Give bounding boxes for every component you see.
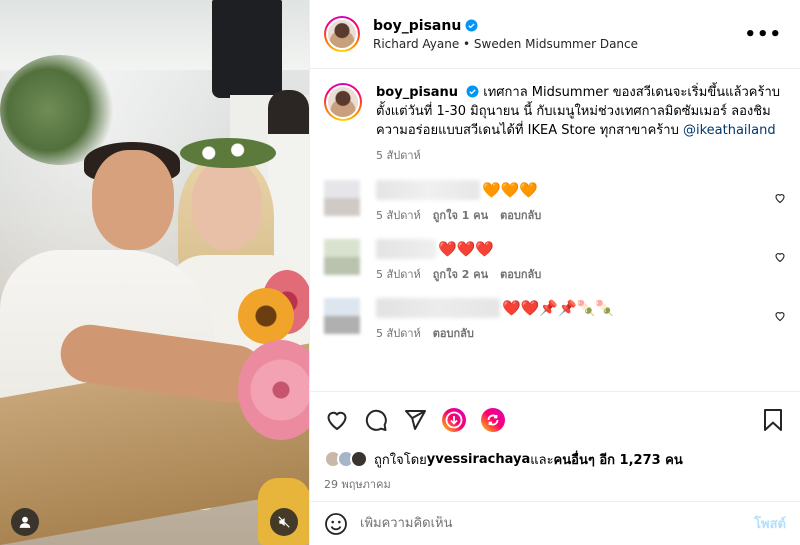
comment-time[interactable]: 5 สัปดาห์	[376, 206, 421, 224]
man-face	[92, 150, 174, 250]
audio-label[interactable]: Richard Ayane • Sweden Midsummer Dance	[373, 37, 740, 51]
commenter-avatar[interactable]	[324, 298, 360, 334]
comment-text: 🧡🧡🧡	[482, 181, 539, 199]
orange-flower	[238, 288, 294, 344]
blurred-username	[376, 239, 436, 259]
comment-text: ❤️❤️❤️	[438, 240, 495, 258]
comments-list: boy_pisanu เทศกาล Midsummer ของสวีเดนจะเ…	[310, 69, 800, 391]
instagram-post-view: boy_pisanu Richard Ayane • Sweden Midsum…	[0, 0, 800, 545]
post-date[interactable]: 29 พฤษภาคม	[310, 471, 800, 501]
post-actions-bar	[310, 391, 800, 447]
more-options-button[interactable]: •••	[740, 20, 786, 49]
commenter-avatar[interactable]	[324, 239, 360, 275]
heart-icon	[327, 411, 347, 430]
comment-item: ❤️❤️❤️ 5 สัปดาห์ ถูกใจ 2 คน ตอบกลับ	[324, 239, 786, 283]
caption-username[interactable]: boy_pisanu	[376, 85, 458, 100]
comment-item: 🧡🧡🧡 5 สัปดาห์ ถูกใจ 1 คน ตอบกลับ	[324, 180, 786, 224]
speaker-muted-icon	[278, 516, 290, 528]
post-caption: boy_pisanu เทศกาล Midsummer ของสวีเดนจะเ…	[324, 83, 786, 165]
tagged-users-button[interactable]	[11, 508, 39, 536]
likes-prefix: ถูกใจโดย	[374, 452, 427, 468]
user-icon	[19, 516, 31, 528]
add-comment-bar: โพสต์	[310, 501, 800, 545]
post-comment-button[interactable]: โพสต์	[754, 513, 786, 534]
like-comment-heart-icon[interactable]	[774, 192, 786, 204]
mention-link[interactable]: @ikeathailand	[683, 123, 776, 138]
post-side-panel: boy_pisanu Richard Ayane • Sweden Midsum…	[309, 0, 800, 545]
likes-summary: ถูกใจโดย yvessirachaya และ คนอื่นๆ อีก 1,…	[310, 447, 800, 471]
post-header: boy_pisanu Richard Ayane • Sweden Midsum…	[310, 0, 800, 69]
reply-button[interactable]: ตอบกลับ	[500, 206, 541, 224]
likes-others-count[interactable]: คนอื่นๆ อีก 1,273 คน	[554, 449, 683, 470]
download-icon	[442, 407, 466, 432]
speaker	[212, 0, 282, 98]
woman-face	[192, 160, 262, 250]
comment-icon	[365, 409, 387, 431]
liker-username[interactable]: yvessirachaya	[427, 452, 530, 467]
author-username[interactable]: boy_pisanu	[373, 18, 461, 34]
like-button[interactable]	[324, 407, 350, 433]
commenter-avatar[interactable]	[324, 180, 360, 216]
like-comment-heart-icon[interactable]	[774, 251, 786, 263]
post-media[interactable]	[0, 0, 309, 545]
comment-button[interactable]	[363, 407, 389, 433]
verified-badge-icon	[466, 85, 479, 98]
comment-time[interactable]: 5 สัปดาห์	[376, 265, 421, 283]
bookmark-icon	[764, 408, 782, 431]
blurred-username	[376, 180, 480, 200]
comment-time[interactable]: 5 สัปดาห์	[376, 324, 421, 342]
share-button[interactable]	[402, 407, 428, 433]
paper-plane-icon	[405, 409, 426, 430]
comment-like-count[interactable]: ถูกใจ 2 คน	[433, 265, 488, 283]
caption-time[interactable]: 5 สัปดาห์	[376, 146, 421, 165]
save-button[interactable]	[760, 407, 786, 433]
liker-avatars[interactable]	[324, 450, 368, 468]
comment-input[interactable]	[360, 516, 755, 531]
author-avatar[interactable]	[324, 16, 360, 52]
mute-button[interactable]	[270, 508, 298, 536]
comment-text: ❤️❤️📌📌🍡🍡	[502, 299, 615, 317]
verified-badge-icon	[465, 19, 478, 32]
emoji-icon[interactable]	[324, 512, 348, 536]
flower-crown	[180, 138, 276, 168]
comment-item: ❤️❤️📌📌🍡🍡 5 สัปดาห์ ตอบกลับ	[324, 298, 786, 342]
likes-and: และ	[530, 452, 554, 468]
repost-icon	[481, 407, 505, 432]
reply-button[interactable]: ตอบกลับ	[433, 324, 474, 342]
download-button[interactable]	[441, 407, 467, 433]
like-comment-heart-icon[interactable]	[774, 310, 786, 322]
comment-like-count[interactable]: ถูกใจ 1 คน	[433, 206, 488, 224]
repost-button[interactable]	[480, 407, 506, 433]
caption-avatar[interactable]	[324, 83, 362, 121]
blurred-username	[376, 298, 500, 318]
reply-button[interactable]: ตอบกลับ	[500, 265, 541, 283]
